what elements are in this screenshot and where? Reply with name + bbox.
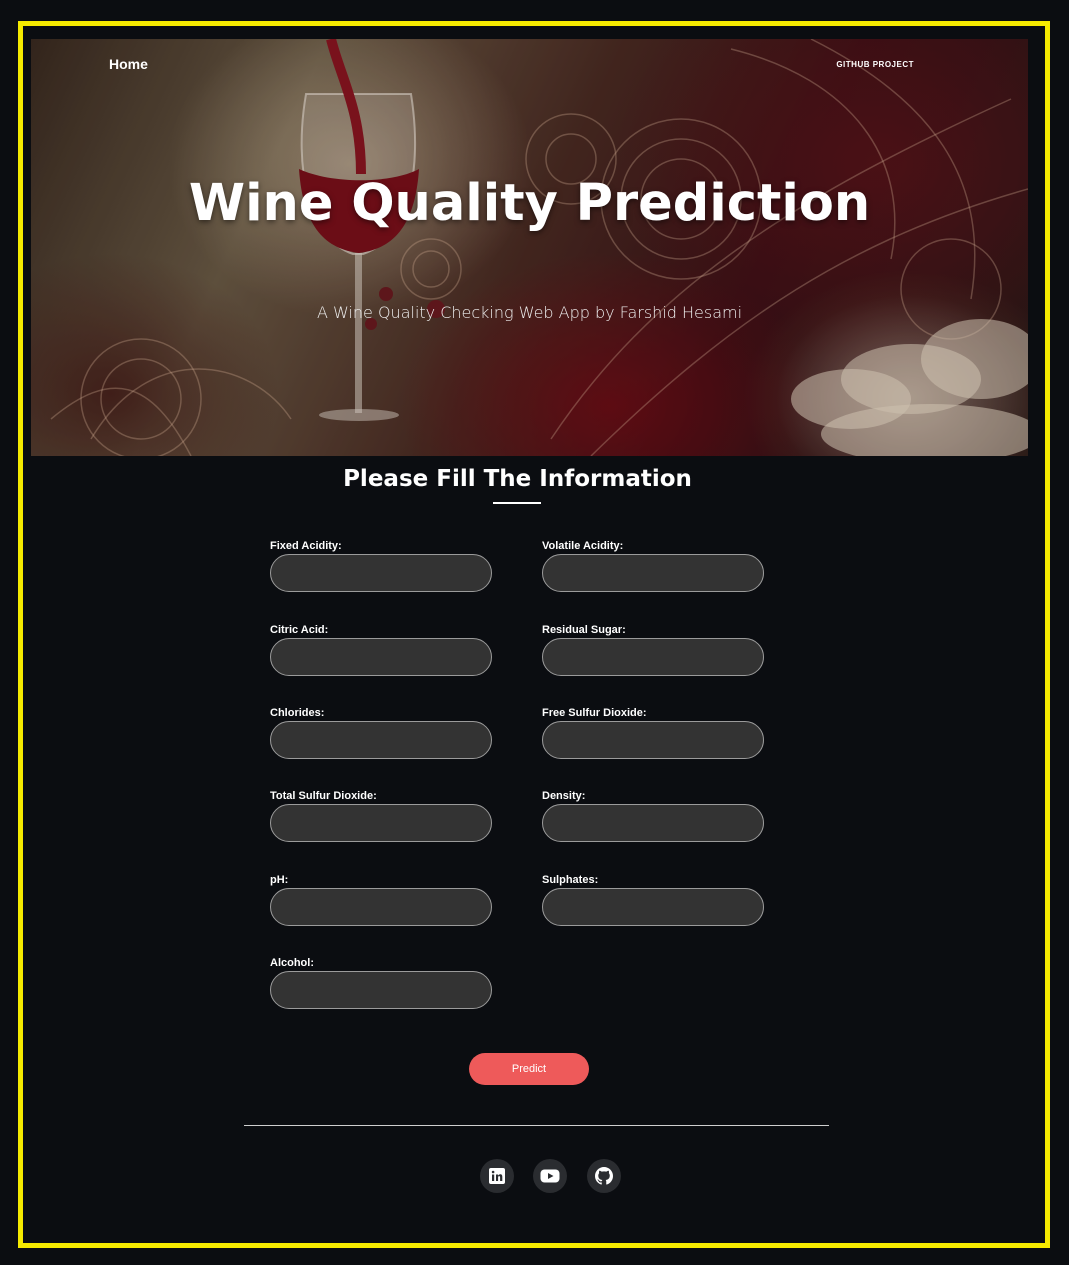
form-title: Please Fill The Information [343,466,692,492]
footer-divider [244,1125,829,1126]
sulphates-input[interactable] [542,888,764,926]
nav-github-project-link[interactable]: GITHUB PROJECT [836,60,914,69]
linkedin-icon [489,1168,505,1184]
citric-acid-label: Citric Acid: [270,624,329,636]
density-field: Density: [542,790,764,842]
volatile-acidity-input[interactable] [542,554,764,592]
volatile-acidity-label: Volatile Acidity: [542,540,624,552]
volatile-acidity-field: Volatile Acidity: [542,540,764,592]
citric-acid-field: Citric Acid: [270,624,492,676]
hero-banner: Home GITHUB PROJECT Wine Quality Predict… [31,39,1028,456]
youtube-link[interactable] [533,1159,567,1193]
free-sulfur-dioxide-label: Free Sulfur Dioxide: [542,707,647,719]
chlorides-field: Chlorides: [270,707,492,759]
sulphates-field: Sulphates: [542,874,764,926]
nav-home-link[interactable]: Home [109,56,148,72]
residual-sugar-label: Residual Sugar: [542,624,626,636]
chlorides-label: Chlorides: [270,707,325,719]
citric-acid-input[interactable] [270,638,492,676]
ph-label: pH: [270,874,289,886]
youtube-icon [540,1169,560,1183]
residual-sugar-input[interactable] [542,638,764,676]
free-sulfur-dioxide-input[interactable] [542,721,764,759]
chlorides-input[interactable] [270,721,492,759]
hero-title: Wine Quality Prediction [188,174,871,233]
density-label: Density: [542,790,586,802]
ph-field: pH: [270,874,492,926]
hero-subtitle: A Wine Quality Checking Web App by Farsh… [316,303,743,322]
fixed-acidity-field: Fixed Acidity: [270,540,492,592]
predict-button[interactable]: Predict [469,1053,589,1085]
alcohol-input[interactable] [270,971,492,1009]
github-icon [595,1167,613,1185]
github-link[interactable] [587,1159,621,1193]
alcohol-field: Alcohol: [270,957,492,1009]
total-sulfur-dioxide-input[interactable] [270,804,492,842]
total-sulfur-dioxide-label: Total Sulfur Dioxide: [270,790,377,802]
residual-sugar-field: Residual Sugar: [542,624,764,676]
fixed-acidity-input[interactable] [270,554,492,592]
title-underline [493,502,541,504]
free-sulfur-dioxide-field: Free Sulfur Dioxide: [542,707,764,759]
sulphates-label: Sulphates: [542,874,599,886]
total-sulfur-dioxide-field: Total Sulfur Dioxide: [270,790,492,842]
hero-shade [31,39,1028,456]
fixed-acidity-label: Fixed Acidity: [270,540,342,552]
density-input[interactable] [542,804,764,842]
ph-input[interactable] [270,888,492,926]
linkedin-link[interactable] [480,1159,514,1193]
alcohol-label: Alcohol: [270,957,314,969]
